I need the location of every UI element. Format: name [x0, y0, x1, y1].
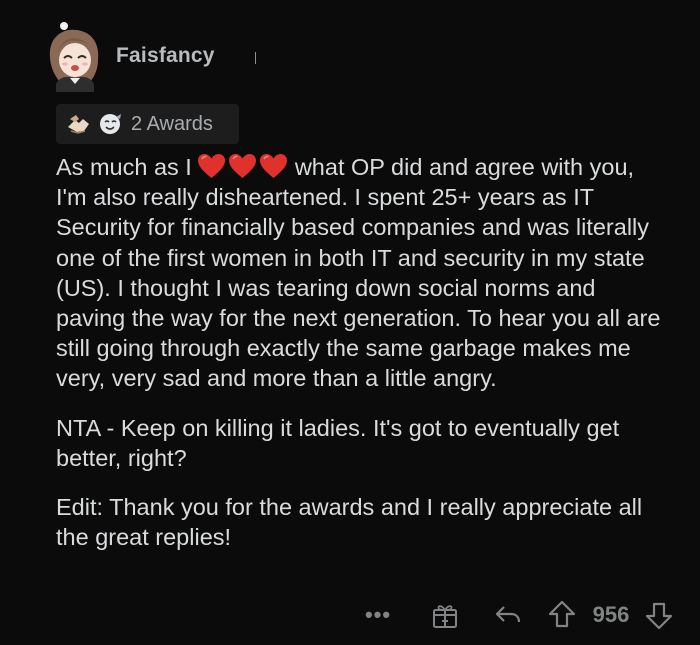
comment-paragraph-1: As much as Iwhat OP did and agree with y…	[56, 152, 671, 394]
anime-avatar-icon	[49, 22, 99, 92]
wholesome-award-icon	[96, 111, 124, 137]
username[interactable]: Faisfancy	[116, 44, 215, 68]
divider	[255, 52, 256, 64]
body-text-after-hearts: what OP did and agree with you, I'm also…	[56, 154, 661, 392]
comment-paragraph-2: NTA - Keep on killing it ladies. It's go…	[56, 414, 620, 471]
red-heart-emoji-icon	[228, 154, 256, 178]
awards-count-label: 2 Awards	[131, 112, 213, 135]
comment-action-bar: ••• 956	[0, 598, 700, 632]
reply-button[interactable]	[493, 601, 523, 629]
awards-badge[interactable]: 2 Awards	[56, 104, 239, 144]
give-award-button[interactable]	[430, 600, 460, 630]
helping-hand-award-icon	[65, 111, 93, 137]
downvote-button[interactable]	[644, 601, 674, 631]
give-award-icon	[433, 605, 457, 628]
upvote-button[interactable]	[547, 599, 577, 629]
vote-score: 956	[592, 602, 630, 627]
red-heart-emoji-icon	[259, 154, 287, 178]
body-text-before-hearts: As much as I	[56, 154, 192, 180]
red-heart-emoji-icon	[197, 154, 225, 178]
comment-paragraph-3: Edit: Thank you for the awards and I rea…	[56, 494, 643, 551]
comment-body: As much as Iwhat OP did and agree with y…	[56, 152, 671, 571]
user-avatar[interactable]	[44, 18, 106, 92]
upvote-arrow-icon	[548, 600, 576, 628]
more-options-button[interactable]: •••	[365, 602, 390, 628]
heart-emojis	[196, 152, 289, 182]
comment: Faisfancy 2 Awards As much as Iwhat OP d…	[0, 0, 700, 645]
reply-icon	[495, 606, 521, 623]
downvote-arrow-icon	[645, 602, 673, 630]
